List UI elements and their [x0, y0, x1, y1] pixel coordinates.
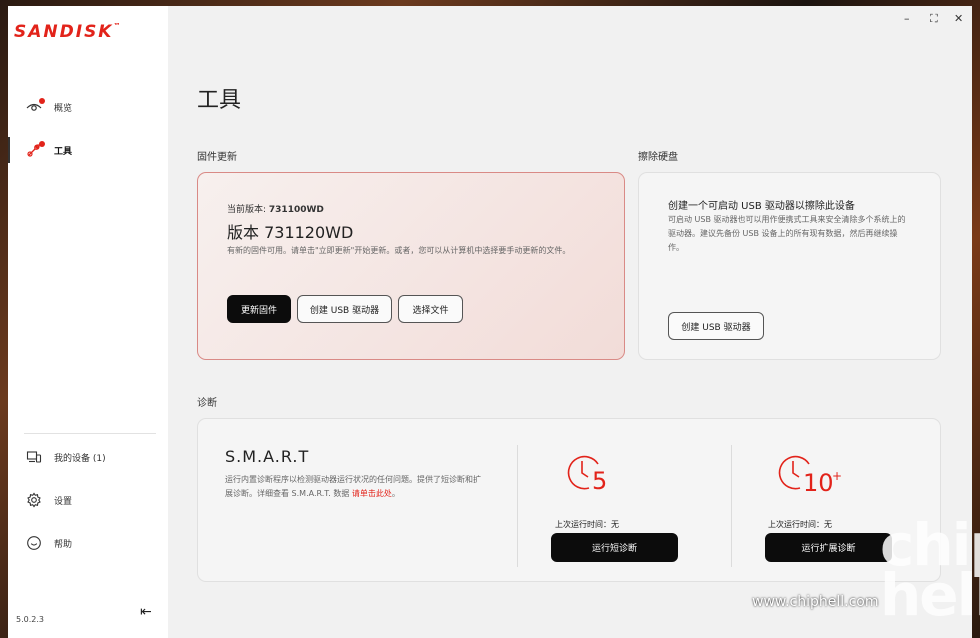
short-diag-clock: 5: [564, 451, 612, 495]
sidebar: SANDISK™ 概览 工具 我的设备 (1) 设置 帮助 5.0.2.3 ⇤: [8, 6, 168, 638]
sandisk-logo: SANDISK™: [14, 22, 121, 42]
sidebar-item-label: 工具: [54, 146, 73, 157]
diagnostics-card: S.M.A.R.T 运行内置诊断程序以检测驱动器运行状况的任何问题。提供了短诊断…: [197, 418, 941, 582]
sidebar-item-label: 概览: [54, 103, 73, 114]
last-run-value: 无: [824, 520, 832, 529]
minimize-button[interactable]: –: [904, 12, 910, 26]
erase-create-usb-button[interactable]: 创建 USB 驱动器: [668, 312, 764, 340]
eye-icon: [26, 98, 45, 115]
last-run-label: 上次运行时间：: [555, 520, 611, 529]
gear-icon: [26, 492, 42, 508]
sidebar-item-help[interactable]: 帮助: [8, 528, 168, 558]
sidebar-item-label: 我的设备 (1): [54, 453, 106, 464]
app-window: SANDISK™ 概览 工具 我的设备 (1) 设置 帮助 5.0.2.3 ⇤ …: [8, 6, 972, 638]
sidebar-item-my-devices[interactable]: 我的设备 (1): [8, 442, 168, 472]
last-run-value: 无: [611, 520, 619, 529]
short-diag-minutes: 5: [592, 467, 608, 495]
smart-title: S.M.A.R.T: [225, 447, 310, 466]
sidebar-item-tools[interactable]: 工具: [8, 135, 168, 165]
smart-details-link[interactable]: 请单击此处: [352, 489, 392, 498]
close-button[interactable]: ✕: [954, 12, 963, 26]
create-usb-button[interactable]: 创建 USB 驱动器: [297, 295, 392, 323]
extended-diag-minutes: 10: [803, 469, 834, 497]
alert-dot: [39, 98, 45, 104]
erase-section-title: 擦除硬盘: [638, 152, 678, 163]
help-icon: [26, 535, 42, 551]
erase-heading: 创建一个可启动 USB 驱动器以擦除此设备: [668, 201, 855, 212]
choose-file-button[interactable]: 选择文件: [398, 295, 463, 323]
extended-diag-clock: 10 +: [775, 451, 845, 499]
chiphell-watermark-url: www.chiphell.com: [752, 594, 879, 610]
sidebar-item-label: 帮助: [54, 539, 73, 550]
run-short-diagnostic-button[interactable]: 运行短诊断: [551, 533, 678, 562]
tools-icon: [26, 141, 45, 158]
sidebar-divider: [24, 433, 156, 434]
sidebar-item-overview[interactable]: 概览: [8, 92, 168, 122]
run-extended-diagnostic-button[interactable]: 运行扩展诊断: [765, 533, 892, 562]
chiphell-watermark-logo: chip hell: [880, 511, 980, 629]
maximize-button[interactable]: ⛶: [930, 12, 938, 26]
smart-description: 运行内置诊断程序以检测驱动器运行状况的任何问题。提供了短诊断和扩展诊断。详细查看…: [225, 473, 487, 501]
erase-card: 创建一个可启动 USB 驱动器以擦除此设备 可启动 USB 驱动器也可以用作便携…: [638, 172, 941, 360]
firmware-card: 当前版本: 731100WD 版本 731120WD 有新的固件可用。请单击"立…: [197, 172, 625, 360]
current-version-line: 当前版本: 731100WD: [227, 202, 324, 215]
short-last-run: 上次运行时间：无: [555, 519, 619, 530]
erase-description: 可启动 USB 驱动器也可以用作便携式工具来安全清除多个系统上的驱动器。建议先备…: [668, 215, 906, 252]
current-version-label: 当前版本:: [227, 205, 269, 215]
current-version-value: 731100WD: [268, 205, 324, 215]
app-version: 5.0.2.3: [16, 615, 44, 624]
new-version: 版本 731120WD: [227, 223, 354, 242]
collapse-left-icon[interactable]: ⇤: [140, 604, 152, 620]
smart-desc-end: 。: [391, 489, 400, 498]
firmware-description: 有新的固件可用。请单击"立即更新"开始更新。或者，您可以从计算机中选择要手动更新…: [227, 246, 571, 255]
alert-dot: [39, 141, 45, 147]
page-title: 工具: [197, 88, 242, 113]
last-run-label: 上次运行时间：: [768, 520, 824, 529]
diagnostics-divider: [517, 445, 518, 567]
sidebar-item-settings[interactable]: 设置: [8, 485, 168, 515]
sidebar-item-label: 设置: [54, 496, 73, 507]
firmware-section-title: 固件更新: [197, 152, 237, 163]
extended-diag-plus: +: [832, 469, 843, 483]
update-firmware-button[interactable]: 更新固件: [227, 295, 291, 323]
devices-icon: [26, 449, 42, 465]
extended-last-run: 上次运行时间：无: [768, 519, 832, 530]
diagnostics-divider: [731, 445, 732, 567]
diagnostics-section-title: 诊断: [197, 398, 217, 409]
